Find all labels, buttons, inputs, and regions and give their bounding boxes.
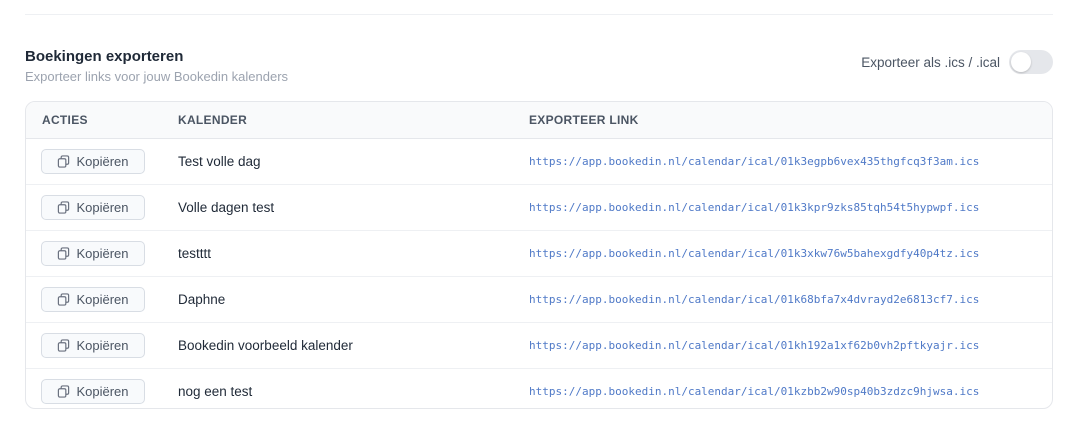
export-link[interactable]: https://app.bookedin.nl/calendar/ical/01… <box>529 369 979 408</box>
copy-button-label: Kopiëren <box>76 246 129 261</box>
copy-button-label: Kopiëren <box>76 384 129 399</box>
copy-button-label: Kopiëren <box>76 200 129 215</box>
export-toggle-group: Exporteer als .ics / .ical <box>861 50 1053 74</box>
copy-icon <box>57 247 70 260</box>
copy-icon <box>57 293 70 306</box>
copy-icon <box>57 339 70 352</box>
table-row: Kopiëren Volle dagen test https://app.bo… <box>26 185 1052 231</box>
calendar-name: Daphne <box>178 292 226 307</box>
table-row: Kopiëren Bookedin voorbeeld kalender htt… <box>26 323 1052 369</box>
calendar-name: Volle dagen test <box>178 200 275 215</box>
calendar-name: nog een test <box>178 384 253 399</box>
copy-button[interactable]: Kopiëren <box>41 379 145 404</box>
table-row: Kopiëren nog een test https://app.booked… <box>26 369 1052 408</box>
copy-icon <box>57 385 70 398</box>
toggle-knob <box>1011 52 1031 72</box>
table-row: Kopiëren Test volle dag https://app.book… <box>26 139 1052 185</box>
export-table: ACTIES KALENDER EXPORTEER LINK Kopiëren … <box>25 101 1053 409</box>
table-body: Kopiëren Test volle dag https://app.book… <box>26 139 1052 408</box>
export-section-header: Boekingen exporteren Exporteer links voo… <box>25 48 1053 88</box>
top-divider <box>25 14 1053 15</box>
copy-icon <box>57 155 70 168</box>
calendar-name: Test volle dag <box>178 154 261 169</box>
copy-button[interactable]: Kopiëren <box>41 195 145 220</box>
export-link[interactable]: https://app.bookedin.nl/calendar/ical/01… <box>529 277 979 322</box>
section-title: Boekingen exporteren <box>25 48 184 65</box>
copy-button[interactable]: Kopiëren <box>41 149 145 174</box>
table-row: Kopiëren Daphne https://app.bookedin.nl/… <box>26 277 1052 323</box>
calendar-name: testttt <box>178 246 212 261</box>
copy-button-label: Kopiëren <box>76 292 129 307</box>
export-link[interactable]: https://app.bookedin.nl/calendar/ical/01… <box>529 323 979 368</box>
copy-button[interactable]: Kopiëren <box>41 287 145 312</box>
copy-button-label: Kopiëren <box>76 154 129 169</box>
header-actions: ACTIES <box>42 113 88 127</box>
copy-button[interactable]: Kopiëren <box>41 333 145 358</box>
export-link[interactable]: https://app.bookedin.nl/calendar/ical/01… <box>529 185 979 230</box>
export-link[interactable]: https://app.bookedin.nl/calendar/ical/01… <box>529 139 979 184</box>
table-header: ACTIES KALENDER EXPORTEER LINK <box>26 102 1052 139</box>
copy-button[interactable]: Kopiëren <box>41 241 145 266</box>
export-link[interactable]: https://app.bookedin.nl/calendar/ical/01… <box>529 231 979 276</box>
section-subtitle: Exporteer links voor jouw Bookedin kalen… <box>25 69 289 84</box>
calendar-name: Bookedin voorbeeld kalender <box>178 338 353 353</box>
export-toggle[interactable] <box>1009 50 1053 74</box>
copy-icon <box>57 201 70 214</box>
header-calendar: KALENDER <box>178 113 248 127</box>
copy-button-label: Kopiëren <box>76 338 129 353</box>
header-export-link: EXPORTEER LINK <box>529 113 639 127</box>
export-toggle-label: Exporteer als .ics / .ical <box>861 54 1000 70</box>
table-row: Kopiëren testttt https://app.bookedin.nl… <box>26 231 1052 277</box>
